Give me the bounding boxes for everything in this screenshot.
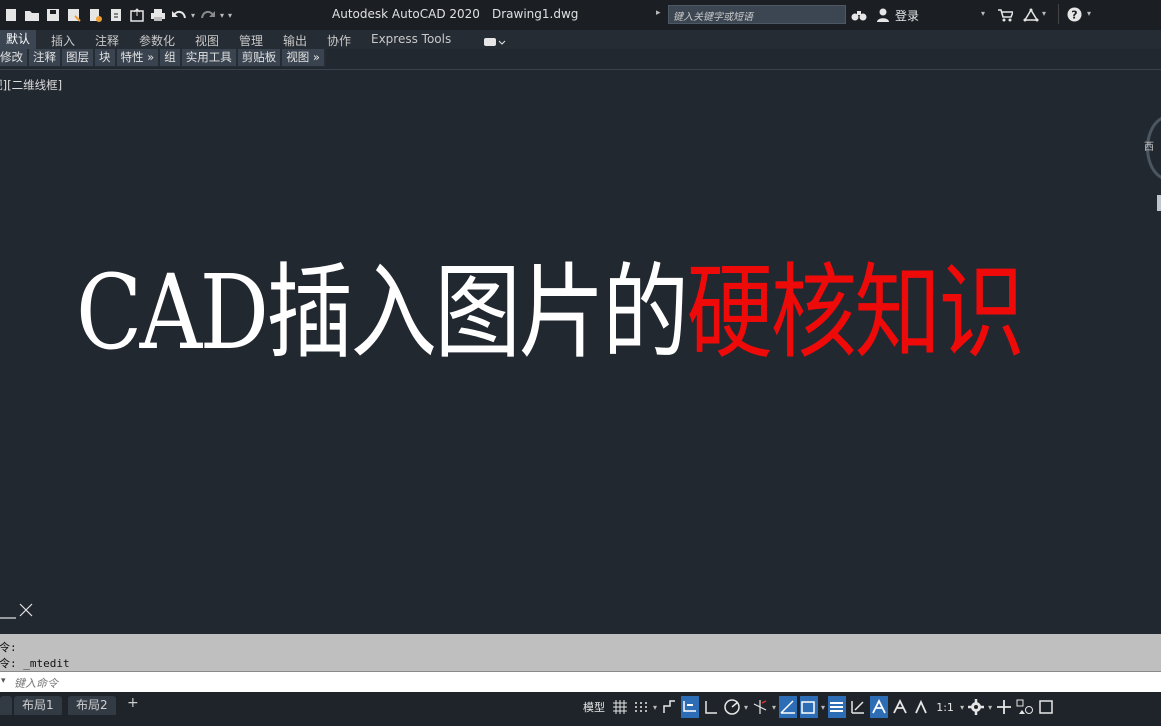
layout-tab-1[interactable]: 布局1 (14, 696, 62, 715)
scale-dropdown-icon[interactable]: ▾ (960, 703, 964, 712)
new-file-icon[interactable] (2, 6, 20, 24)
clean-screen-icon[interactable] (1037, 696, 1055, 718)
command-history-line-2: 命令: _mtedit (0, 657, 70, 670)
share-icon[interactable] (128, 6, 146, 24)
status-bar: 布局1 布局2 + 模型 ▾ ▾ ▾ ▾ 1:1 ▾ ▾ (0, 692, 1161, 726)
panel-layers[interactable]: 图层 (62, 49, 93, 66)
grid-icon[interactable] (611, 696, 629, 718)
annotation-scale-icon[interactable] (912, 696, 930, 718)
layout-tab-2[interactable]: 布局2 (68, 696, 116, 715)
undo-dropdown-icon[interactable]: ▾ (191, 11, 195, 20)
tab-output[interactable]: 输出 (283, 32, 307, 49)
polar-dropdown-icon[interactable]: ▾ (744, 703, 748, 712)
snap-icon[interactable] (632, 696, 650, 718)
panel-properties[interactable]: 特性 » (116, 49, 159, 66)
ribbon-toggle-icon[interactable] (483, 33, 507, 52)
workspace-dropdown-icon[interactable]: ▾ (988, 703, 992, 712)
save-icon[interactable] (44, 6, 62, 24)
ortho-icon[interactable] (702, 696, 720, 718)
ribbon-panel-bar: 修改 注释 图层 块 特性 » 组 实用工具 剪贴板 视图 » (0, 49, 326, 67)
quick-access-toolbar: ▾ ▾ ▾ (2, 5, 236, 25)
print-icon[interactable] (149, 6, 167, 24)
model-space-button[interactable]: 模型 (580, 696, 608, 718)
help-dropdown-icon[interactable]: ▾ (1087, 9, 1091, 18)
search-input[interactable]: 键入关键字或短语 (668, 5, 846, 24)
headline-text: CAD插入图片的硬核知识 (76, 248, 1025, 378)
search-expand-icon[interactable]: ▸ (656, 8, 661, 18)
command-history: 命令: 命令: _mtedit (0, 634, 1161, 671)
redo-dropdown-icon[interactable]: ▾ (220, 11, 224, 20)
panel-groups[interactable]: 组 (160, 49, 180, 66)
panel-annotation[interactable]: 注释 (29, 49, 60, 66)
panel-utilities[interactable]: 实用工具 (181, 49, 236, 66)
tab-parametric[interactable]: 参数化 (139, 32, 175, 49)
isodraft-icon[interactable] (751, 696, 769, 718)
navigation-bar-handle[interactable] (1157, 195, 1161, 211)
tab-express-tools[interactable]: Express Tools (371, 32, 451, 46)
panel-clipboard[interactable]: 剪贴板 (237, 49, 281, 66)
login-dropdown-icon[interactable]: ▾ (981, 9, 985, 18)
undo-icon[interactable] (170, 6, 188, 24)
save-web-icon[interactable] (107, 6, 125, 24)
panel-view[interactable]: 视图 » (282, 49, 324, 66)
headline-white: CAD插入图片的 (76, 253, 689, 373)
open-web-icon[interactable] (86, 6, 104, 24)
add-icon[interactable] (995, 696, 1013, 718)
autoscale-icon[interactable] (891, 696, 909, 718)
workspace-gear-icon[interactable] (967, 696, 985, 718)
polar-tracking-icon[interactable] (723, 696, 741, 718)
tab-manage[interactable]: 管理 (239, 32, 263, 49)
document-title: Drawing1.dwg (492, 7, 579, 21)
infer-constraints-icon[interactable] (660, 696, 678, 718)
snap-dropdown-icon[interactable]: ▾ (653, 703, 657, 712)
dynamic-input-icon[interactable] (681, 696, 700, 718)
login-button[interactable]: 登录 (895, 7, 919, 24)
status-tools: 模型 ▾ ▾ ▾ ▾ 1:1 ▾ ▾ (580, 695, 1058, 719)
a360-dropdown-icon[interactable]: ▾ (1042, 9, 1046, 18)
ribbon-divider (0, 69, 1161, 70)
isodraft-dropdown-icon[interactable]: ▾ (772, 703, 776, 712)
svg-text:?: ? (1071, 9, 1077, 22)
lineweight-icon[interactable] (828, 696, 847, 718)
tab-default[interactable]: 默认 (0, 30, 37, 49)
user-icon[interactable] (876, 7, 890, 26)
command-recent-dropdown-icon[interactable]: ▾ (1, 676, 6, 686)
panel-modify[interactable]: 修改 (0, 49, 27, 66)
cart-icon[interactable] (997, 7, 1015, 26)
layout-tab-model-stub[interactable] (0, 696, 12, 715)
command-history-line-1: 命令: (0, 641, 17, 654)
object-snap-icon[interactable] (800, 696, 819, 718)
tab-insert[interactable]: 插入 (51, 32, 75, 49)
tab-collaborate[interactable]: 协作 (327, 32, 351, 49)
title-bar: ▾ ▾ ▾ Autodesk AutoCAD 2020 Drawing1.dwg… (0, 0, 1161, 30)
panel-block[interactable]: 块 (95, 49, 115, 66)
redo-icon[interactable] (199, 6, 217, 24)
ucs-icon (0, 598, 40, 622)
tab-annotate[interactable]: 注释 (95, 32, 119, 49)
viewcube-west-label[interactable]: 西 (1144, 138, 1154, 153)
tab-view[interactable]: 视图 (195, 32, 219, 49)
help-icon[interactable]: ? (1067, 7, 1082, 26)
ribbon-tabs: 默认 插入 注释 参数化 视图 管理 输出 协作 Express Tools (0, 30, 1161, 49)
object-snap-tracking-icon[interactable] (779, 696, 798, 718)
headline-red: 硬核知识 (686, 253, 1025, 373)
object-snap-dropdown-icon[interactable]: ▾ (821, 703, 825, 712)
binoculars-icon[interactable] (851, 7, 867, 26)
add-layout-icon[interactable]: + (127, 695, 139, 711)
app-title: Autodesk AutoCAD 2020 (332, 7, 480, 21)
customize-toolbar-icon[interactable]: ▾ (228, 11, 232, 20)
selection-cycling-icon[interactable] (849, 696, 867, 718)
annotation-scale-value[interactable]: 1:1 (933, 696, 957, 718)
save-as-icon[interactable] (65, 6, 83, 24)
isolate-objects-icon[interactable] (1016, 696, 1034, 718)
command-input-placeholder: 键入命令 (14, 677, 58, 690)
command-input[interactable]: ▾ 键入命令 (0, 671, 1161, 692)
a360-icon[interactable] (1023, 7, 1039, 26)
annotation-visibility-icon[interactable] (870, 696, 889, 718)
divider (1058, 4, 1059, 24)
viewport-controls-label[interactable]: [-][俯视][二维线框] (0, 77, 62, 93)
open-folder-icon[interactable] (23, 6, 41, 24)
